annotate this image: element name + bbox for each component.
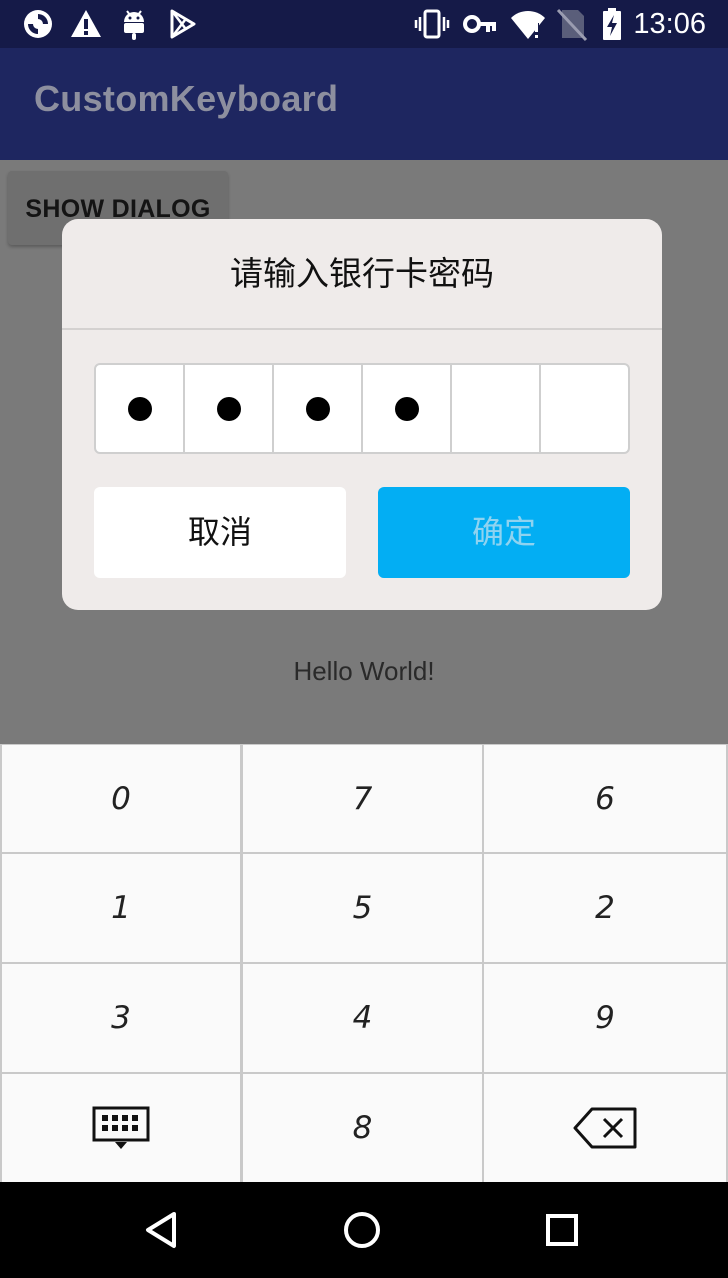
status-bar: 13:06 [0,0,728,48]
app-bar: CustomKeyboard [0,48,728,160]
confirm-button[interactable]: 确定 [378,487,630,578]
password-cell [541,365,628,452]
password-cell [96,365,185,452]
warning-icon [71,10,101,37]
key-5[interactable]: 5 [243,854,482,962]
dialog-divider [62,328,662,330]
key-icon [463,15,496,33]
password-cell [185,365,274,452]
key-1[interactable]: 1 [2,854,240,962]
password-dot [394,396,419,421]
keyboard-hide-icon [92,1106,150,1150]
home-icon[interactable] [334,1202,390,1258]
key-6[interactable]: 6 [484,745,726,852]
key-9[interactable]: 9 [484,964,726,1072]
password-cell [363,365,452,452]
password-dialog: 请输入银行卡密码 取消 确定 [62,219,662,610]
password-dot [216,396,241,421]
backspace-icon [572,1106,638,1150]
hello-text: Hello World! [293,656,435,686]
key-8[interactable]: 8 [243,1074,482,1182]
clock: 13:06 [633,8,706,40]
numeric-keyboard: 076 152 3498 [0,744,728,1182]
password-cell [274,365,363,452]
navigation-bar [0,1182,728,1278]
recents-icon[interactable] [534,1202,590,1258]
keyboard-hide-key[interactable] [2,1074,240,1182]
screen: 13:06 CustomKeyboard SHOW DIALOG Hello W… [0,0,728,1278]
password-cell [452,365,541,452]
key-3[interactable]: 3 [2,964,240,1072]
key-0[interactable]: 0 [2,745,240,852]
wifi-icon [511,10,545,39]
play-store-icon [170,9,196,39]
backspace-key[interactable] [484,1074,726,1182]
password-dot [127,396,152,421]
cancel-button[interactable]: 取消 [94,487,346,578]
no-sim-icon [556,8,588,42]
back-icon[interactable] [134,1202,190,1258]
password-dot [305,396,330,421]
app-title: CustomKeyboard [34,78,339,119]
password-input-box[interactable] [94,363,630,454]
battery-charging-icon [603,8,621,40]
vibrate-icon [414,9,450,39]
android-icon [124,10,144,40]
dialog-title: 请输入银行卡密码 [230,254,494,293]
sync-icon [24,10,52,38]
key-2[interactable]: 2 [484,854,726,962]
key-4[interactable]: 4 [243,964,482,1072]
key-7[interactable]: 7 [243,745,482,852]
